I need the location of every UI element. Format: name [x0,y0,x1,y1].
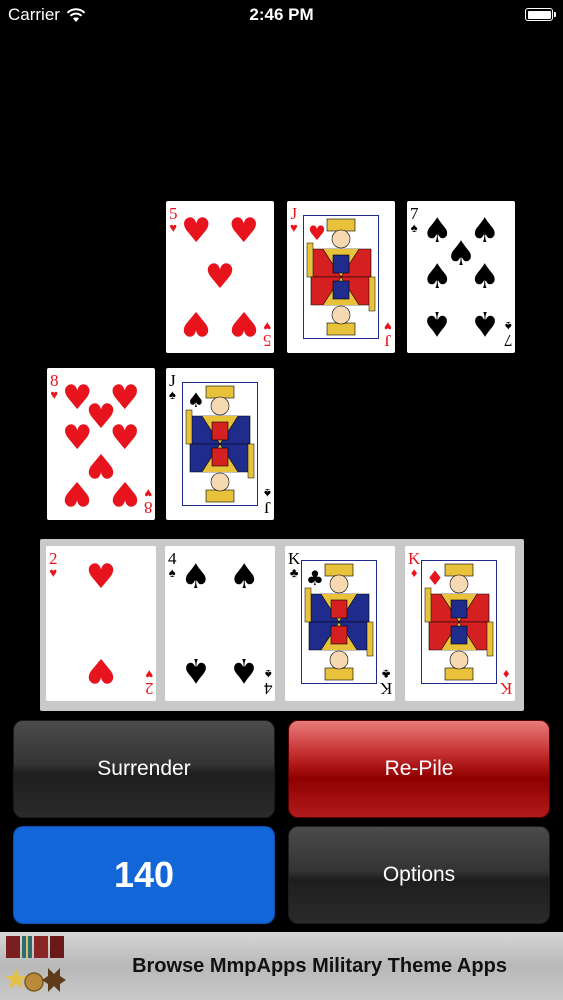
table-card-5-hearts[interactable]: 5 ♥ 5 ♥ ♥ ♥ ♥ ♥ ♥ [166,201,274,353]
hand-card-2-hearts[interactable]: 2 ♥ 2 ♥ ♥ ♥ [46,546,156,701]
card-index-top: 7 ♠ [410,205,419,234]
card-suit: ♣ [381,667,391,682]
card-rank: K [379,679,392,698]
card-rank: K [499,679,512,698]
surrender-button[interactable]: Surrender [13,720,275,818]
game-screen: Carrier 2:46 PM 5 ♥ 5 ♥ ♥ ♥ ♥ ♥ ♥ J ♥ J … [0,0,563,1000]
card-index-top: 8 ♥ [50,372,59,401]
card-index-top: J ♥ [290,205,298,234]
card-suit: ♠ [169,387,176,402]
score-display: 140 [13,826,275,924]
card-pip: ♥ [85,650,117,690]
card-rank: J [384,331,392,350]
card-pip: ♥ [109,472,140,513]
card-pip: ♠ [469,302,500,343]
table-card-jack-spades[interactable]: J ♠ J ♠ ♠ [166,368,274,520]
card-index-bottom: 8 ♥ [143,486,153,517]
card-pip: ♠ [180,650,212,690]
card-index-bottom: J ♠ [264,486,271,517]
card-pip: ♥ [228,302,259,343]
card-index-top: 2 ♥ [49,550,58,579]
card-rank: 8 [143,498,153,517]
card-suit: ♥ [290,220,298,235]
face-card-art: ♠ [182,382,258,506]
card-suit: ♥ [143,486,152,501]
options-button[interactable]: Options [288,826,550,924]
clock: 2:46 PM [249,5,314,24]
card-index-bottom: 7 ♠ [503,319,513,350]
card-pip: ♠ [421,257,453,297]
table-card-7-spades[interactable]: 7 ♠ 7 ♠ ♠ ♠ ♠ ♠ ♠ ♠ ♠ [407,201,515,353]
card-index-bottom: K ♣ [379,667,392,698]
hand-card-4-spades[interactable]: 4 ♠ 4 ♠ ♠ ♠ ♠ ♠ [165,546,275,701]
card-pip: ♥ [180,302,212,343]
options-label: Options [382,863,456,886]
ad-banner[interactable]: Browse MmpApps Military Theme Apps [0,932,563,1000]
card-pip: ♥ [61,472,93,513]
card-rank: 2 [144,679,154,698]
card-suit: ♥ [49,565,58,580]
table-card-8-hearts[interactable]: 8 ♥ 8 ♥ ♥ ♥ ♥ ♥ ♥ ♥ ♥ ♥ [47,368,155,520]
face-card-art: ♦ [421,560,497,684]
face-card-suit: ♦ [426,566,444,590]
medals-icon [4,934,68,998]
card-pip: ♠ [469,257,500,297]
card-suit: ♠ [168,565,176,580]
card-index-top: K ♦ [408,550,420,579]
hand-card-king-diamonds[interactable]: K ♦ K ♦ ♦ [405,546,515,701]
card-suit: ♥ [144,667,153,682]
card-index-bottom: K ♦ [499,667,512,698]
card-rank: 7 [503,331,513,350]
status-bar: Carrier 2:46 PM [0,0,563,30]
table-card-jack-hearts[interactable]: J ♥ J ♥ ♥ [287,201,395,353]
card-pip: ♠ [228,650,260,690]
face-card-suit: ♠ [187,388,205,412]
hand-card-king-clubs[interactable]: K ♣ K ♣ ♣ [285,546,395,701]
card-pip: ♥ [204,257,236,297]
repile-label: Re-Pile [384,757,454,780]
card-index-bottom: 2 ♥ [144,667,154,698]
face-card-suit: ♥ [308,221,326,245]
card-suit: ♠ [410,220,418,235]
card-rank: J [264,498,271,517]
card-index-top: 4 ♠ [168,550,177,579]
surrender-label: Surrender [97,757,191,780]
card-rank: 5 [262,331,272,350]
face-card-art: ♣ [301,560,377,684]
card-pip: ♥ [85,557,117,597]
card-pip: ♠ [228,557,260,597]
card-index-top: 5 ♥ [169,205,178,234]
card-pip: ♠ [421,302,453,343]
face-card-suit: ♣ [306,566,324,590]
card-index-bottom: J ♥ [384,319,392,350]
card-pip: ♠ [180,557,212,597]
card-suit: ♠ [264,667,272,682]
face-card-art: ♥ [303,215,379,339]
ad-text: Browse MmpApps Military Theme Apps [132,954,507,977]
card-suit: ♠ [504,319,512,334]
card-rank: 4 [263,679,273,698]
battery-icon [525,8,556,21]
card-index-bottom: 5 ♥ [262,319,272,350]
card-suit: ♥ [384,319,392,334]
card-suit: ♥ [169,220,178,235]
card-index-top: K ♣ [288,550,300,579]
repile-button[interactable]: Re-Pile [288,720,550,818]
score-value: 140 [113,854,175,895]
card-pip: ♥ [228,211,259,252]
card-pip: ♥ [180,211,212,252]
card-suit: ♥ [50,387,59,402]
card-index-top: J ♠ [169,372,176,401]
card-suit: ♥ [262,319,271,334]
card-suit: ♠ [264,486,271,501]
card-index-bottom: 4 ♠ [263,667,273,698]
